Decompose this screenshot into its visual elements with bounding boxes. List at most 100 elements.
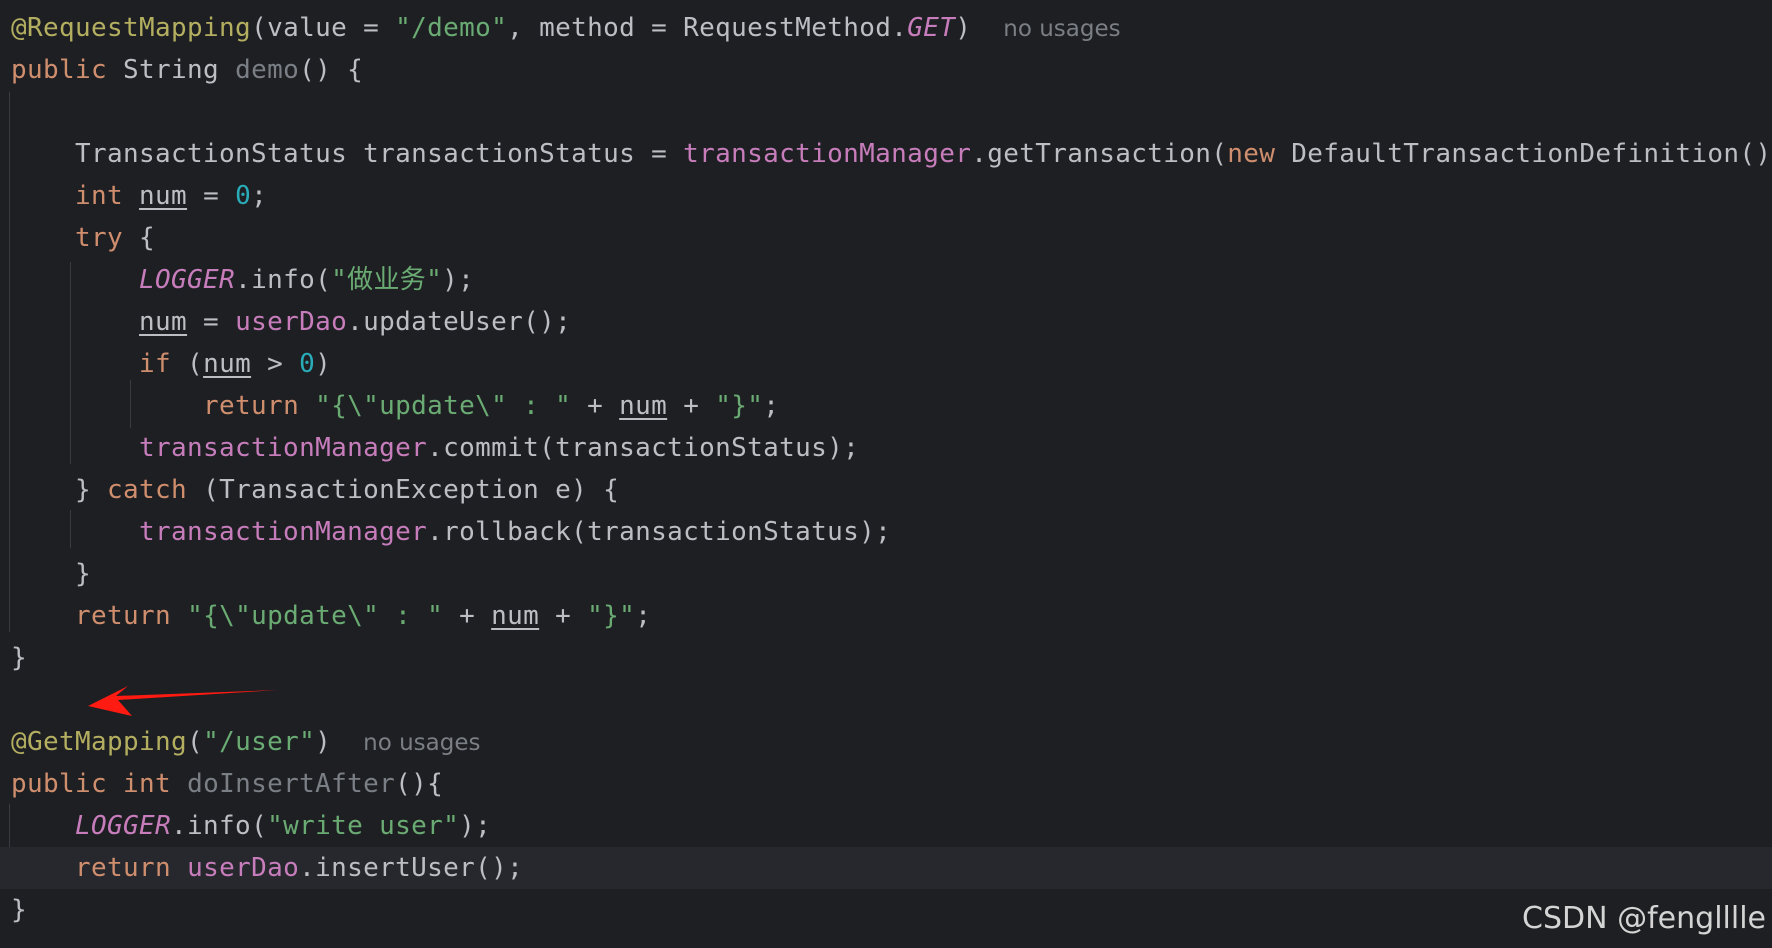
code-token: transactionManager bbox=[683, 139, 972, 169]
code-line[interactable]: try { bbox=[11, 217, 155, 259]
code-token: num bbox=[139, 181, 188, 211]
code-token: catch bbox=[107, 475, 188, 505]
watermark: CSDN @fenglllle bbox=[1522, 901, 1766, 936]
code-token: > bbox=[251, 349, 300, 379]
code-token: = bbox=[187, 181, 236, 211]
code-line[interactable]: public String demo() { bbox=[11, 49, 363, 91]
code-token: @GetMapping bbox=[11, 727, 188, 757]
code-token: return bbox=[75, 601, 172, 631]
code-token: ; bbox=[635, 601, 652, 631]
code-token: ) bbox=[315, 349, 332, 379]
code-token: return bbox=[203, 391, 300, 421]
code-token: (TransactionException e) { bbox=[187, 475, 620, 505]
code-token: .rollback(transactionStatus); bbox=[427, 517, 892, 547]
code-token: .insertUser(); bbox=[299, 853, 524, 883]
arrow-shape bbox=[88, 686, 278, 716]
code-token: ( bbox=[187, 727, 204, 757]
code-token: "{\"update\" : " bbox=[187, 601, 444, 631]
code-line[interactable]: public int doInsertAfter(){ bbox=[11, 763, 443, 805]
code-token: .commit(transactionStatus); bbox=[427, 433, 860, 463]
code-token: num bbox=[139, 307, 188, 337]
code-token: String bbox=[107, 55, 236, 85]
code-line[interactable]: return "{\"update\" : " + num + "}"; bbox=[11, 595, 651, 637]
code-token: if bbox=[139, 349, 172, 379]
code-token: public bbox=[11, 55, 108, 85]
code-token: (){ bbox=[395, 769, 444, 799]
code-token: "/demo" bbox=[395, 13, 508, 43]
code-token: .updateUser(); bbox=[347, 307, 572, 337]
code-token: 0 bbox=[235, 181, 252, 211]
code-token: ); bbox=[459, 811, 492, 841]
code-line[interactable]: if (num > 0) bbox=[11, 343, 331, 385]
code-token: 0 bbox=[299, 349, 316, 379]
code-line[interactable]: num = userDao.updateUser(); bbox=[11, 301, 571, 343]
code-token: num bbox=[619, 391, 668, 421]
code-token: transactionManager bbox=[139, 517, 428, 547]
code-token: (value = bbox=[251, 13, 396, 43]
code-token: ) bbox=[955, 13, 972, 43]
code-token: try bbox=[75, 223, 124, 253]
code-token: ; bbox=[763, 391, 780, 421]
code-token: } bbox=[11, 643, 28, 673]
code-token: "{\"update\" : " bbox=[315, 391, 572, 421]
code-token: userDao bbox=[187, 853, 300, 883]
code-token: num bbox=[203, 349, 252, 379]
code-token: public bbox=[11, 769, 108, 799]
code-line[interactable]: return "{\"update\" : " + num + "}"; bbox=[11, 385, 779, 427]
code-token: } bbox=[11, 559, 92, 589]
code-token: return bbox=[75, 853, 172, 883]
indent-guide bbox=[9, 92, 10, 632]
code-line[interactable]: int num = 0; bbox=[11, 175, 267, 217]
code-line[interactable]: LOGGER.info("write user"); bbox=[11, 805, 491, 847]
code-line-current[interactable]: return userDao.insertUser(); bbox=[0, 847, 1772, 889]
code-token: .info( bbox=[235, 265, 332, 295]
code-token: "write user" bbox=[267, 811, 460, 841]
code-line[interactable]: LOGGER.info("做业务"); bbox=[11, 259, 474, 301]
code-token: } bbox=[11, 895, 28, 925]
code-token: } bbox=[11, 475, 108, 505]
usages-hint[interactable]: no usages bbox=[363, 730, 480, 756]
code-line[interactable]: } bbox=[11, 637, 27, 679]
code-token: demo bbox=[235, 55, 300, 85]
code-token: ); bbox=[442, 265, 475, 295]
code-token: int bbox=[123, 769, 172, 799]
code-token: "}" bbox=[715, 391, 764, 421]
code-token: int bbox=[75, 181, 124, 211]
usages-hint[interactable]: no usages bbox=[1003, 16, 1120, 42]
code-editor[interactable]: @RequestMapping(value = "/demo", method … bbox=[0, 0, 1772, 948]
code-token: doInsertAfter bbox=[187, 769, 396, 799]
code-token: GET bbox=[907, 13, 956, 43]
code-token: + bbox=[667, 391, 716, 421]
code-token: + bbox=[443, 601, 492, 631]
code-token: "}" bbox=[587, 601, 636, 631]
code-token: LOGGER bbox=[75, 811, 172, 841]
code-line[interactable]: } catch (TransactionException e) { bbox=[11, 469, 619, 511]
code-line[interactable]: transactionManager.commit(transactionSta… bbox=[11, 427, 859, 469]
code-token: = bbox=[187, 307, 236, 337]
code-line[interactable]: } bbox=[11, 889, 27, 931]
code-token: @RequestMapping bbox=[11, 13, 252, 43]
code-line[interactable]: transactionManager.rollback(transactionS… bbox=[11, 511, 891, 553]
code-token: ) bbox=[315, 727, 332, 757]
code-line[interactable]: } bbox=[11, 553, 91, 595]
code-token: + bbox=[571, 391, 620, 421]
code-line[interactable]: @RequestMapping(value = "/demo", method … bbox=[11, 7, 1121, 49]
code-line[interactable]: TransactionStatus transactionStatus = tr… bbox=[11, 133, 1772, 175]
code-token: LOGGER bbox=[139, 265, 236, 295]
code-token: ( bbox=[171, 349, 204, 379]
code-line[interactable]: @GetMapping("/user") no usages bbox=[11, 721, 480, 763]
code-token: "/user" bbox=[203, 727, 316, 757]
code-token: DefaultTransactionDefinition()); bbox=[1275, 139, 1772, 169]
